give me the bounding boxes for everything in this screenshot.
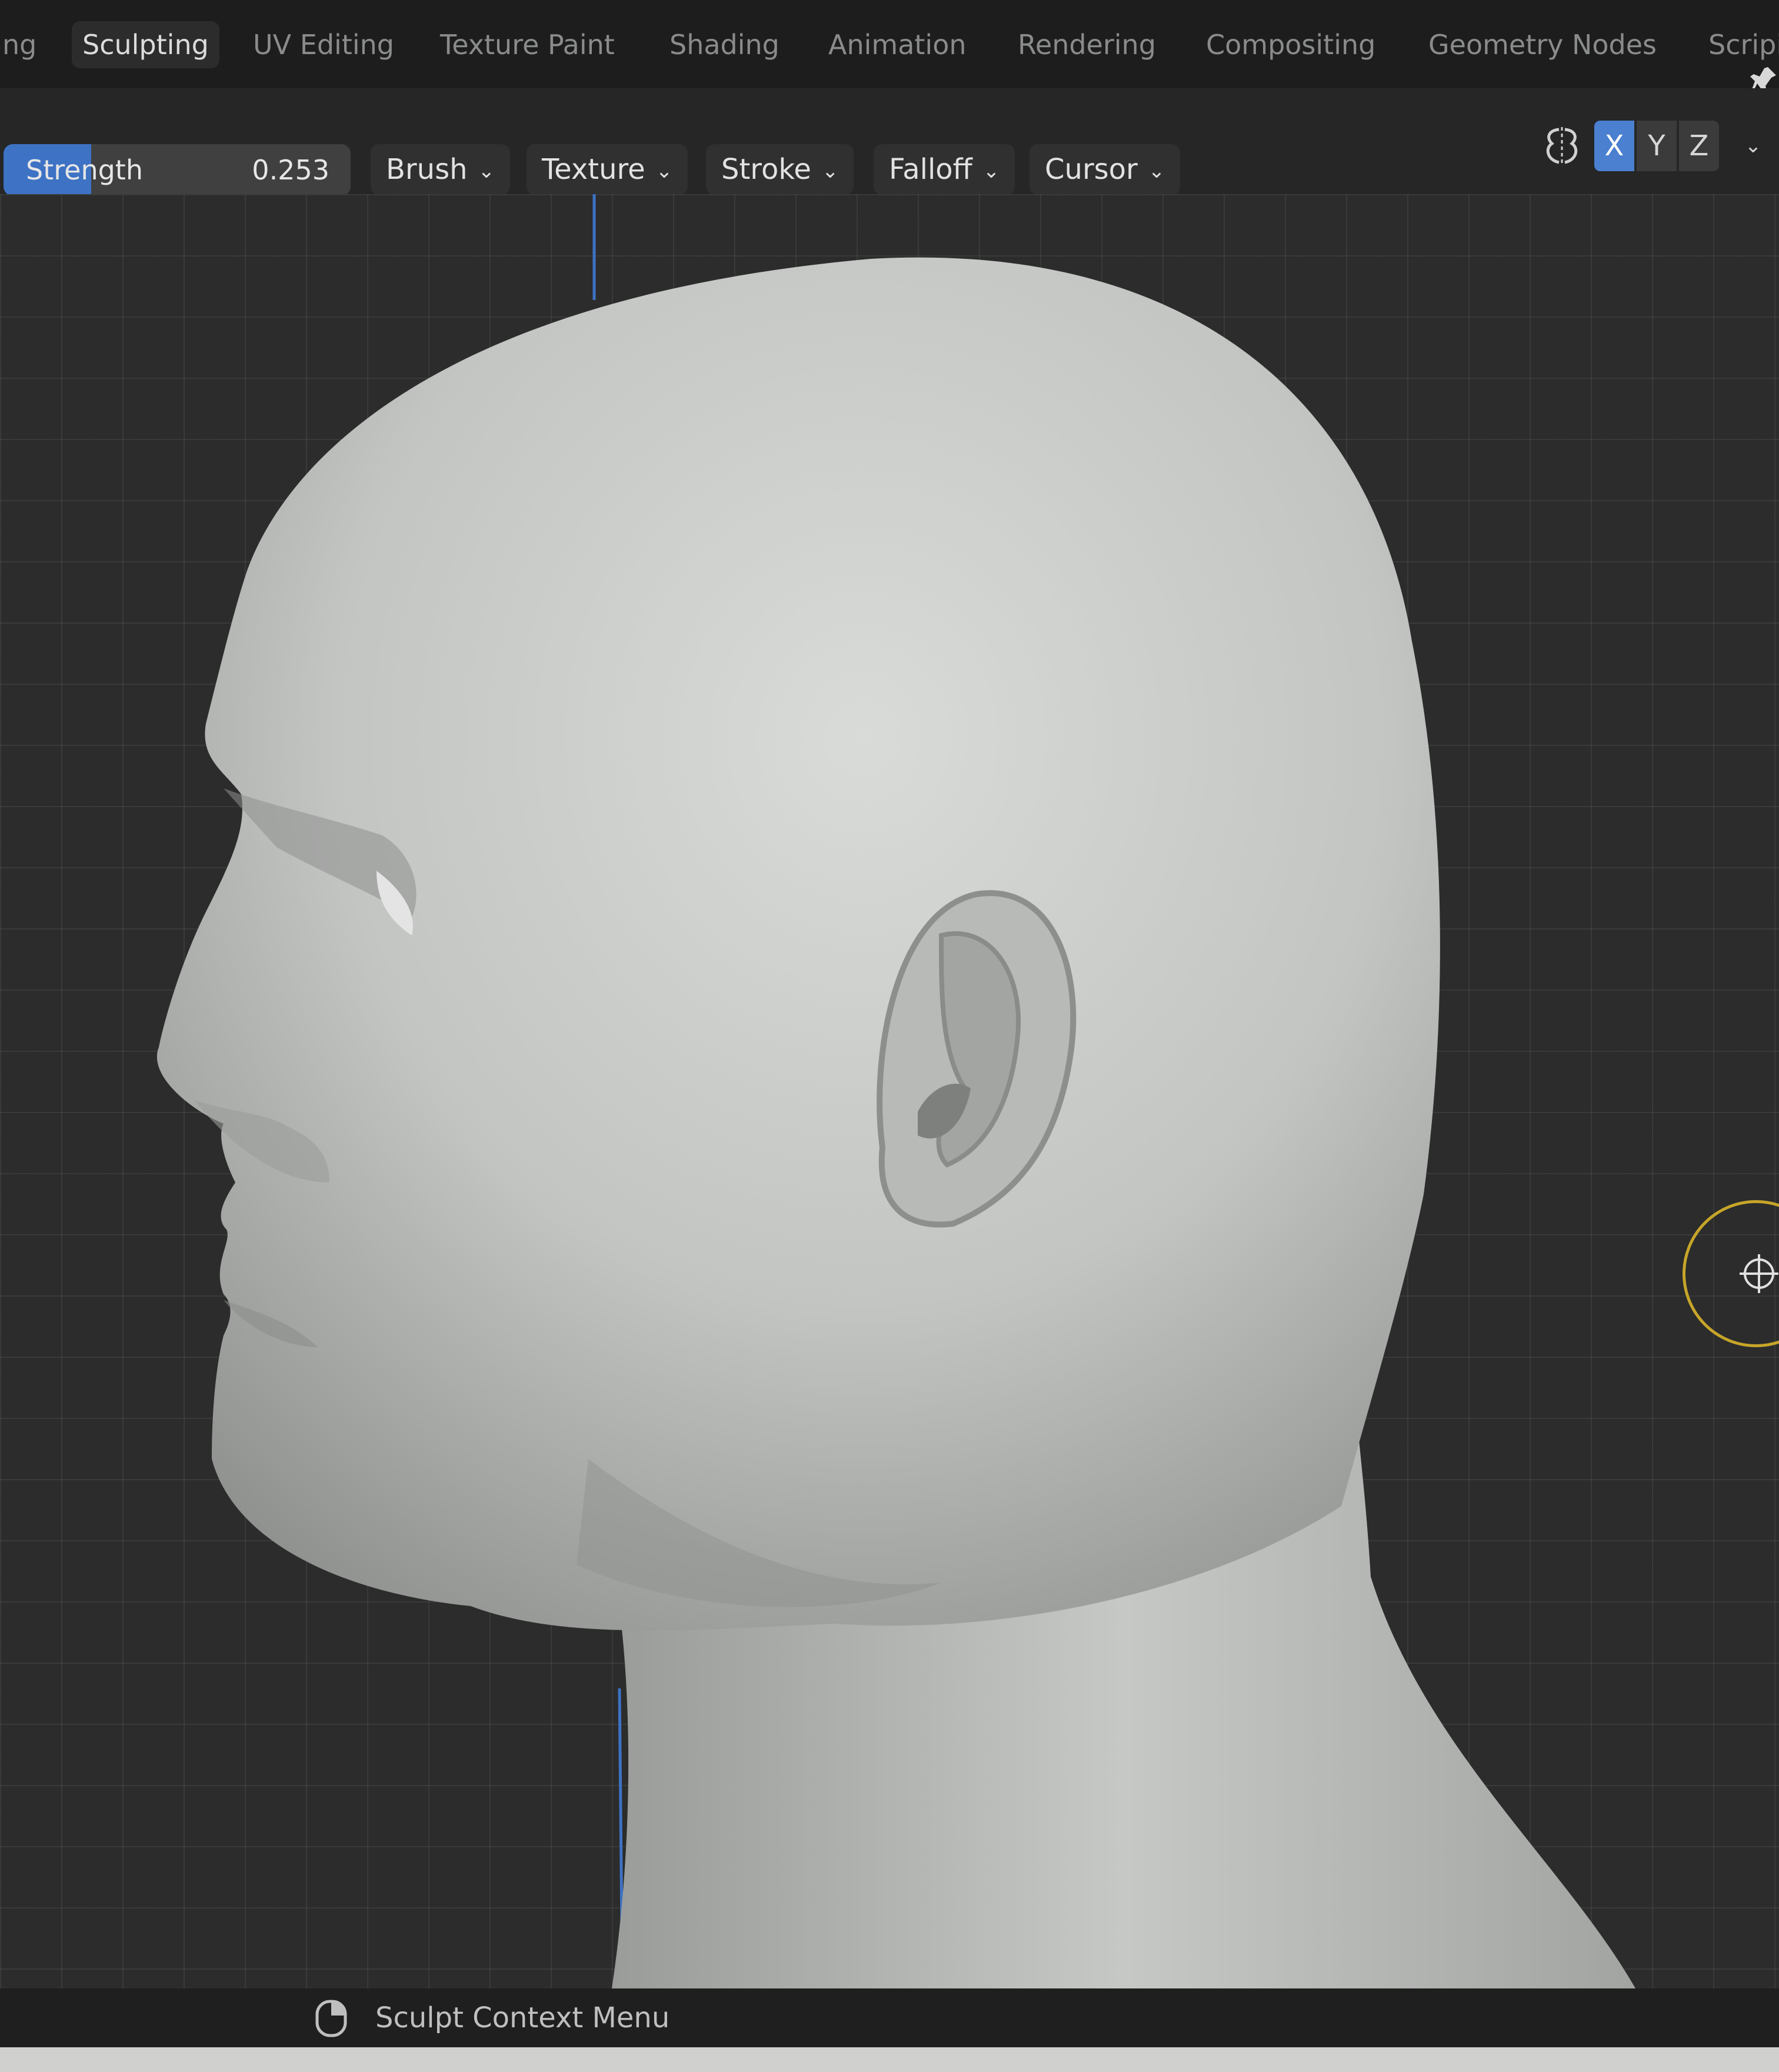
cursor-menu-label: Cursor [1045, 153, 1138, 186]
tab-animation[interactable]: Animation [818, 21, 977, 68]
chevron-down-icon[interactable]: ⌄ [1738, 121, 1768, 171]
texture-menu-label: Texture [542, 153, 645, 186]
status-bar: Sculpt Context Menu [0, 1988, 1779, 2047]
monitor-bezel [0, 2047, 1779, 2072]
chevron-down-icon: ⌄ [1148, 159, 1165, 183]
falloff-menu-label: Falloff [889, 153, 972, 186]
tab-layout-partial[interactable]: ng [0, 21, 47, 68]
tab-sculpting[interactable]: Sculpting [72, 21, 219, 68]
mouse-right-click-icon [315, 2000, 347, 2037]
blender-window: ng Sculpting UV Editing Texture Paint Sh… [0, 0, 1779, 2072]
workspace-tab-bar: ng Sculpting UV Editing Texture Paint Sh… [0, 0, 1779, 95]
brush-menu-button[interactable]: Brush ⌄ [371, 144, 511, 195]
status-hint-text: Sculpt Context Menu [375, 2001, 670, 2034]
cursor-menu-button[interactable]: Cursor ⌄ [1030, 144, 1181, 195]
symmetry-y-toggle[interactable]: Y [1637, 121, 1677, 171]
tab-scripting-partial[interactable]: Scripi [1698, 21, 1779, 68]
3d-viewport[interactable] [0, 194, 1779, 1988]
mirror-symmetry-icon[interactable] [1541, 126, 1583, 167]
tool-settings-header: Strength 0.253 Brush ⌄ Texture ⌄ Stroke ⌄ F… [0, 88, 1779, 196]
strength-value: 0.253 [252, 154, 329, 186]
sculpted-head-mesh[interactable] [0, 194, 1779, 1988]
tab-texture-paint[interactable]: Texture Paint [429, 21, 625, 68]
tab-shading[interactable]: Shading [659, 21, 790, 68]
tab-geometry-nodes[interactable]: Geometry Nodes [1418, 21, 1667, 68]
chevron-down-icon: ⌄ [821, 159, 839, 183]
strength-label: Strength [26, 154, 143, 186]
falloff-menu-button[interactable]: Falloff ⌄ [874, 144, 1015, 195]
tab-compositing[interactable]: Compositing [1195, 21, 1386, 68]
chevron-down-icon: ⌄ [478, 159, 495, 183]
texture-menu-button[interactable]: Texture ⌄ [527, 144, 688, 195]
brush-menu-label: Brush [386, 153, 468, 186]
3d-cursor-icon[interactable] [1738, 1253, 1779, 1294]
strength-slider[interactable]: Strength 0.253 [4, 144, 351, 196]
stroke-menu-label: Stroke [721, 153, 811, 186]
chevron-down-icon: ⌄ [655, 159, 673, 183]
symmetry-z-toggle[interactable]: Z [1679, 121, 1719, 171]
tab-uv-editing[interactable]: UV Editing [242, 21, 405, 68]
chevron-down-icon: ⌄ [982, 159, 1000, 183]
symmetry-x-toggle[interactable]: X [1594, 121, 1634, 171]
tab-rendering[interactable]: Rendering [1007, 21, 1167, 68]
stroke-menu-button[interactable]: Stroke ⌄ [706, 144, 854, 195]
